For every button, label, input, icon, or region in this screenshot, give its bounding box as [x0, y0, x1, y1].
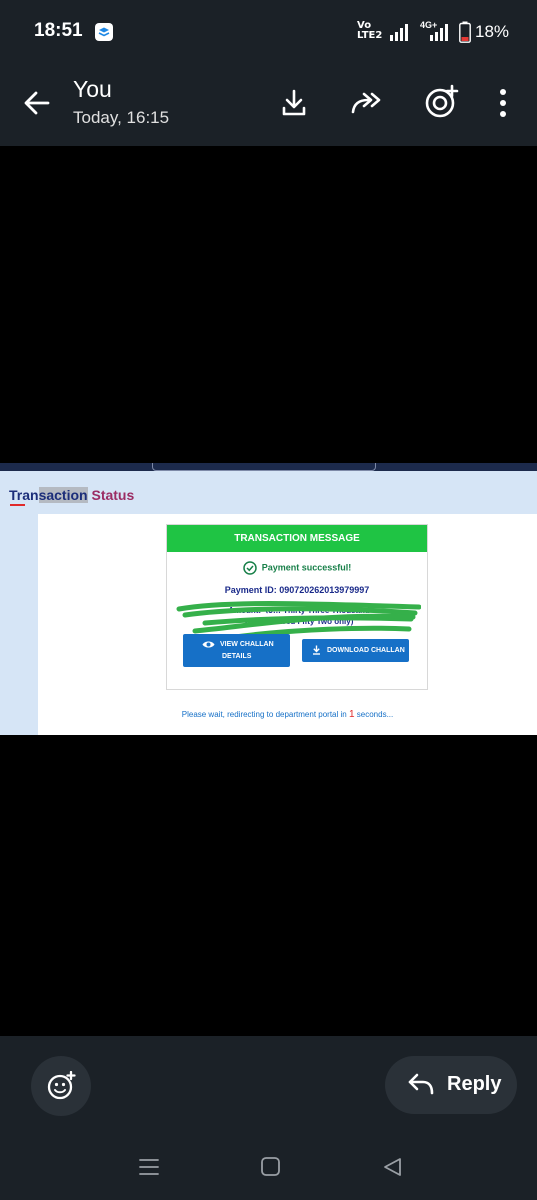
- download-icon-small: [313, 645, 320, 655]
- shared-image[interactable]: Transaction Status TRANSACTION MESSAGE P…: [0, 463, 537, 735]
- reply-arrow-icon: [408, 1073, 434, 1095]
- payment-id: Payment ID: 090720262013979997: [224, 585, 370, 595]
- signal-sim1-icon: [390, 24, 408, 41]
- battery-percentage: 18%: [475, 22, 510, 41]
- emoji-reaction-button[interactable]: [31, 1056, 91, 1116]
- volte-indicator: Vo LTE2: [357, 20, 383, 41]
- download-challan-button[interactable]: DOWNLOAD CHALLAN: [302, 639, 409, 662]
- redirect-message: Please wait, redirecting to department p…: [181, 709, 394, 720]
- reply-button[interactable]: Reply: [385, 1056, 517, 1114]
- view-challan-button[interactable]: VIEW CHALLAN DETAILS: [183, 634, 290, 667]
- sender-name: You: [73, 76, 112, 102]
- emoji-add-icon: [47, 1071, 76, 1100]
- download-challan-label: DOWNLOAD CHALLAN: [327, 647, 405, 654]
- view-challan-label-2: DETAILS: [222, 653, 252, 660]
- download-icon[interactable]: [279, 88, 309, 118]
- payment-success-text: Payment successful!: [261, 562, 352, 573]
- signal-sim2-icon: [430, 24, 448, 41]
- home-icon[interactable]: [260, 1156, 282, 1178]
- forward-icon[interactable]: [350, 90, 384, 116]
- heading-underline: [10, 504, 25, 506]
- transaction-status-heading: Transaction Status: [9, 487, 135, 503]
- view-challan-label-1: VIEW CHALLAN: [220, 641, 274, 648]
- notification-app-icon: [95, 23, 113, 41]
- transaction-card: TRANSACTION MESSAGE Payment successful! …: [166, 524, 428, 690]
- content-panel: TRANSACTION MESSAGE Payment successful! …: [38, 514, 537, 735]
- recents-icon[interactable]: [138, 1156, 160, 1178]
- reply-label: Reply: [447, 1073, 502, 1095]
- back-icon[interactable]: [381, 1156, 403, 1178]
- add-sticker-icon[interactable]: [423, 84, 459, 120]
- battery-icon: [459, 21, 471, 43]
- payment-success-line: Payment successful!: [167, 561, 427, 575]
- image-search-box: [152, 463, 376, 471]
- more-vert-icon[interactable]: [496, 88, 510, 118]
- card-header: TRANSACTION MESSAGE: [167, 525, 427, 552]
- check-circle-icon: [242, 561, 257, 575]
- status-time: 18:51: [34, 20, 83, 41]
- eye-icon: [202, 641, 215, 648]
- sent-timestamp: Today, 16:15: [73, 108, 170, 127]
- back-arrow-icon[interactable]: [22, 88, 52, 118]
